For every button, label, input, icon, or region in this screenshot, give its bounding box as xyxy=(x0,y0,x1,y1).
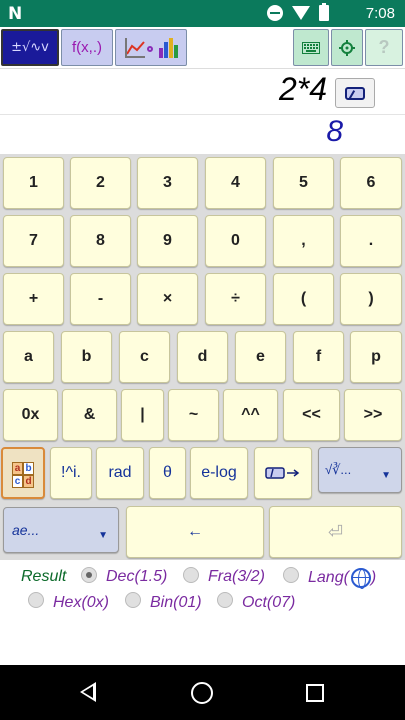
display-area: 2*4 8 xyxy=(0,68,405,154)
key-2[interactable]: 2 xyxy=(70,157,131,209)
clear-display-button[interactable] xyxy=(335,78,375,108)
n-icon: N xyxy=(8,4,23,24)
radio-lang-label: Lang() xyxy=(308,568,377,589)
gear-icon xyxy=(339,39,355,56)
key-divide[interactable]: ÷ xyxy=(205,273,266,325)
key-minus[interactable]: - xyxy=(70,273,131,325)
key-e-log[interactable]: e-log xyxy=(190,447,248,499)
key-4[interactable]: 4 xyxy=(205,157,266,209)
radio-lang[interactable] xyxy=(283,567,299,583)
radio-oct[interactable] xyxy=(217,592,233,608)
radio-dec-label: Dec(1.5) xyxy=(106,568,168,585)
back-icon[interactable] xyxy=(80,682,96,702)
clear-arrow-button[interactable] xyxy=(254,447,312,499)
functions-button[interactable]: f(x,.) xyxy=(61,29,113,66)
key-open-paren[interactable]: ( xyxy=(273,273,334,325)
eraser-icon xyxy=(345,86,365,100)
key-not[interactable]: ~ xyxy=(168,389,219,441)
key-p[interactable]: p xyxy=(350,331,402,383)
key-8[interactable]: 8 xyxy=(70,215,131,267)
key-or[interactable]: | xyxy=(121,389,164,441)
key-close-paren[interactable]: ) xyxy=(340,273,402,325)
help-button[interactable]: ? xyxy=(365,29,403,66)
key-d[interactable]: d xyxy=(177,331,228,383)
toolbar: ±√∿v f(x,.) ? xyxy=(0,27,405,68)
result-output: 8 xyxy=(326,115,343,148)
globe-icon xyxy=(350,568,371,589)
radio-dec[interactable] xyxy=(81,567,97,583)
chevron-down-icon: ▼ xyxy=(98,530,108,541)
radio-bin[interactable] xyxy=(125,592,141,608)
key-dot[interactable]: . xyxy=(340,215,402,267)
key-shift-left[interactable]: << xyxy=(283,389,340,441)
graph-button[interactable] xyxy=(115,29,187,66)
key-and[interactable]: & xyxy=(62,389,117,441)
key-e[interactable]: e xyxy=(235,331,286,383)
result-format-options: Result Dec(1.5) Fra(3/2) Lang() Hex(0x) … xyxy=(0,560,405,665)
result-label: Result xyxy=(21,568,67,585)
keyboard-button[interactable] xyxy=(293,29,329,66)
text-mode-button[interactable]: ab cd xyxy=(1,447,45,499)
key-1[interactable]: 1 xyxy=(3,157,64,209)
chevron-down-icon: ▼ xyxy=(381,470,391,481)
radio-hex-label: Hex(0x) xyxy=(53,594,110,611)
function-select-label: √∛... xyxy=(325,462,352,477)
key-6[interactable]: 6 xyxy=(340,157,402,209)
wifi-icon xyxy=(292,6,310,20)
function-select[interactable]: √∛... ▼ xyxy=(318,447,402,493)
radio-oct-label: Oct(07) xyxy=(242,594,296,611)
recents-icon[interactable] xyxy=(306,684,324,702)
expression-input[interactable]: 2*4 xyxy=(279,71,327,108)
enter-button[interactable]: ⏎ xyxy=(269,506,402,558)
home-icon[interactable] xyxy=(191,682,213,704)
radio-bin-label: Bin(01) xyxy=(150,594,202,611)
key-plus[interactable]: + xyxy=(3,273,64,325)
key-comma[interactable]: , xyxy=(273,215,334,267)
key-f[interactable]: f xyxy=(293,331,344,383)
variable-select[interactable]: ae... ▼ xyxy=(3,507,119,553)
abc-letters-icon: ab cd xyxy=(12,462,34,488)
key-xor[interactable]: ^^ xyxy=(223,389,278,441)
radio-hex[interactable] xyxy=(28,592,44,608)
key-3[interactable]: 3 xyxy=(137,157,198,209)
key-7[interactable]: 7 xyxy=(3,215,64,267)
navigation-bar xyxy=(0,665,405,720)
keyboard-icon xyxy=(302,41,320,54)
display-divider xyxy=(0,114,405,115)
status-time: 7:08 xyxy=(365,5,395,22)
key-rad[interactable]: rad xyxy=(96,447,144,499)
key-9[interactable]: 9 xyxy=(137,215,198,267)
key-factorial[interactable]: !^i. xyxy=(50,447,92,499)
key-0[interactable]: 0 xyxy=(205,215,266,267)
calculator-mode-button[interactable]: ±√∿v xyxy=(1,29,59,66)
battery-icon xyxy=(319,3,329,21)
radio-fra-label: Fra(3/2) xyxy=(208,568,265,585)
status-bar: N 7:08 xyxy=(0,0,405,27)
key-hex-prefix[interactable]: 0x xyxy=(3,389,58,441)
eraser-arrow-icon xyxy=(265,467,300,479)
settings-button[interactable] xyxy=(331,29,363,66)
graph-chart-icon xyxy=(123,36,179,60)
key-theta[interactable]: θ xyxy=(149,447,186,499)
backspace-button[interactable]: ← xyxy=(126,506,264,558)
key-5[interactable]: 5 xyxy=(273,157,334,209)
key-shift-right[interactable]: >> xyxy=(344,389,402,441)
keypad: 1 2 3 4 5 6 7 8 9 0 , . + - × ÷ ( ) a b … xyxy=(0,154,405,560)
do-not-disturb-icon xyxy=(267,5,283,21)
key-c[interactable]: c xyxy=(119,331,170,383)
variable-select-label: ae... xyxy=(12,522,40,538)
radio-fra[interactable] xyxy=(183,567,199,583)
key-b[interactable]: b xyxy=(61,331,112,383)
key-multiply[interactable]: × xyxy=(137,273,198,325)
key-a[interactable]: a xyxy=(3,331,54,383)
